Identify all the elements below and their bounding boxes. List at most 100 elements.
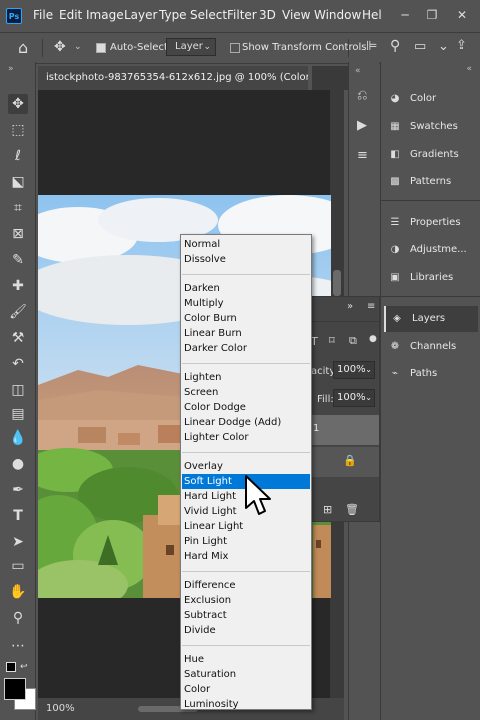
blend-option-color[interactable]: Color [182, 682, 310, 697]
blend-option-exclusion[interactable]: Exclusion [182, 593, 310, 608]
zoom-level[interactable]: 100% [46, 698, 75, 720]
blend-option-normal[interactable]: Normal [182, 237, 310, 252]
hand-tool-icon[interactable]: ✋ [8, 582, 28, 602]
blend-option-linear-light[interactable]: Linear Light [182, 519, 310, 534]
brush-settings-icon[interactable]: ≡ [357, 148, 368, 163]
blend-option-lighten[interactable]: Lighten [182, 370, 310, 385]
collapse-icon[interactable]: « [466, 64, 472, 74]
auto-select-target-dropdown[interactable]: Layer ⌄ [166, 38, 216, 56]
close-icon[interactable]: ✕ [451, 4, 473, 26]
eraser-tool-icon[interactable]: ◫ [8, 380, 28, 400]
panel-libraries[interactable]: ▣ Libraries [384, 265, 478, 291]
blend-option-darker-color[interactable]: Darker Color [182, 341, 310, 356]
blend-option-difference[interactable]: Difference [182, 578, 310, 593]
menu-window[interactable]: Window [314, 8, 361, 22]
blend-option-linear-burn[interactable]: Linear Burn [182, 326, 310, 341]
blend-option-saturation[interactable]: Saturation [182, 667, 310, 682]
gradient-tool-icon[interactable]: ▤ [8, 404, 28, 424]
blend-option-multiply[interactable]: Multiply [182, 296, 310, 311]
blend-option-lighter-color[interactable]: Lighter Color [182, 430, 310, 445]
marquee-tool-icon[interactable]: ⬚ [8, 120, 28, 140]
brush-tool-icon[interactable]: 🖌 [8, 302, 28, 322]
panel-swatches[interactable]: ▦ Swatches [384, 114, 478, 140]
panel-patterns[interactable]: ▩ Patterns [384, 169, 478, 195]
blend-option-screen[interactable]: Screen [182, 385, 310, 400]
delete-layer-icon[interactable]: 🗑 [345, 503, 359, 516]
menu-layer[interactable]: Layer [124, 8, 157, 22]
shape-filter-icon[interactable]: ⌑ [329, 334, 335, 347]
share-icon[interactable]: ⇪ [456, 38, 467, 53]
history-icon[interactable]: ⎌ [357, 88, 367, 103]
workspace-icon[interactable]: ▭ [414, 39, 426, 54]
blend-option-subtract[interactable]: Subtract [182, 608, 310, 623]
menu-help[interactable]: Help [362, 8, 382, 22]
swap-colors-icon[interactable]: ↩ [20, 662, 28, 672]
menu-view[interactable]: View [282, 8, 310, 22]
foreground-color-swatch[interactable] [4, 678, 26, 700]
blend-option-overlay[interactable]: Overlay [182, 459, 310, 474]
zoom-tool-icon[interactable]: ⚲ [8, 608, 28, 628]
object-select-tool-icon[interactable]: ⬕ [8, 172, 28, 192]
opacity-field[interactable]: 100% ⌄ [333, 361, 375, 379]
fill-field[interactable]: 100% ⌄ [333, 389, 375, 407]
scrollbar-thumb[interactable] [333, 270, 341, 296]
type-filter-icon[interactable]: T [311, 335, 318, 348]
eyedropper-tool-icon[interactable]: ✎ [8, 250, 28, 270]
align-left-icon[interactable]: ⊫ [366, 39, 377, 54]
healing-brush-tool-icon[interactable]: ✚ [8, 276, 28, 296]
panel-channels[interactable]: ❁ Channels [384, 334, 478, 360]
auto-select-checkbox[interactable] [96, 43, 106, 53]
restore-icon[interactable]: ❐ [421, 4, 443, 26]
layer-row[interactable]: 🔒 [309, 447, 379, 477]
path-select-tool-icon[interactable]: ➤ [8, 532, 28, 552]
photoshop-logo[interactable]: Ps [6, 8, 22, 24]
pen-tool-icon[interactable]: ✒ [8, 480, 28, 500]
menu-select[interactable]: Select [190, 8, 227, 22]
collapse-icon[interactable]: « [355, 66, 361, 76]
menu-filter[interactable]: Filter [227, 8, 257, 22]
panel-menu-icon[interactable]: ≡ [367, 301, 375, 312]
workspace-chevron-icon[interactable]: ⌄ [438, 39, 449, 54]
menu-3d[interactable]: 3D [259, 8, 276, 22]
chevron-down-icon[interactable]: ⌄ [74, 42, 82, 52]
layer-row[interactable]: 1 [309, 415, 379, 445]
frame-tool-icon[interactable]: ⊠ [8, 224, 28, 244]
filter-toggle-icon[interactable]: ● [369, 334, 377, 344]
blend-option-hard-mix[interactable]: Hard Mix [182, 549, 310, 564]
dodge-tool-icon[interactable]: ● [8, 454, 28, 474]
more-tools-icon[interactable]: ⋯ [8, 636, 28, 656]
menu-edit[interactable]: Edit [59, 8, 82, 22]
lasso-tool-icon[interactable]: ℓ [8, 146, 28, 166]
type-tool-icon[interactable]: T [8, 506, 28, 526]
blend-option-luminosity[interactable]: Luminosity [182, 697, 310, 712]
crop-tool-icon[interactable]: ⌗ [8, 198, 28, 218]
actions-icon[interactable]: ▶ [357, 118, 367, 133]
panel-paths[interactable]: ⌁ Paths [384, 361, 478, 387]
move-tool-icon[interactable]: ✥ [8, 94, 28, 114]
blend-option-linear-dodge-add[interactable]: Linear Dodge (Add) [182, 415, 310, 430]
search-icon[interactable]: ⚲ [390, 38, 400, 54]
minimize-icon[interactable]: ─ [394, 4, 416, 26]
panel-adjustments[interactable]: ◑ Adjustme... [384, 237, 478, 263]
panel-gradients[interactable]: ◧ Gradients [384, 142, 478, 168]
panel-layers[interactable]: ◈ Layers [384, 306, 478, 332]
document-tab[interactable]: istockphoto-983765354-612x612.jpg @ 100%… [38, 66, 308, 90]
blend-option-darken[interactable]: Darken [182, 281, 310, 296]
panel-properties[interactable]: ☰ Properties [384, 210, 478, 236]
menu-type[interactable]: Type [159, 8, 187, 22]
history-brush-tool-icon[interactable]: ↶ [8, 354, 28, 374]
rectangle-tool-icon[interactable]: ▭ [8, 556, 28, 576]
menu-image[interactable]: Image [86, 8, 124, 22]
blend-option-pin-light[interactable]: Pin Light [182, 534, 310, 549]
blend-option-color-burn[interactable]: Color Burn [182, 311, 310, 326]
collapse-icon[interactable]: » [8, 64, 14, 74]
clone-stamp-tool-icon[interactable]: ⚒ [8, 328, 28, 348]
blend-option-divide[interactable]: Divide [182, 623, 310, 638]
expand-icon[interactable]: » [347, 301, 353, 312]
panel-color[interactable]: ◕ Color [384, 86, 478, 112]
move-tool-icon[interactable]: ✥ [54, 39, 66, 55]
blur-tool-icon[interactable]: 💧 [8, 428, 28, 448]
new-layer-icon[interactable]: ⊞ [323, 503, 332, 516]
transform-controls-checkbox[interactable] [230, 43, 240, 53]
blend-option-dissolve[interactable]: Dissolve [182, 252, 310, 267]
